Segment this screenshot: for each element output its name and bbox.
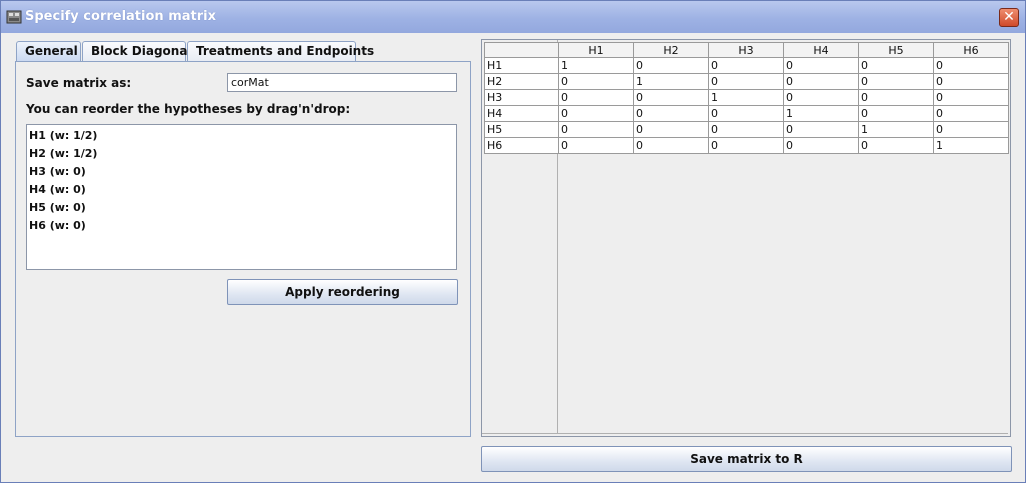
- list-item[interactable]: H5 (w: 0): [27, 199, 456, 217]
- matrix-cell[interactable]: 0: [558, 137, 634, 154]
- matrix-cell[interactable]: 0: [633, 121, 709, 138]
- matrix-cell[interactable]: 1: [858, 121, 934, 138]
- matrix-cell[interactable]: 0: [783, 73, 859, 90]
- row-header: H1: [484, 57, 559, 74]
- matrix-cell[interactable]: 0: [783, 57, 859, 74]
- matrix-cell[interactable]: 0: [633, 57, 709, 74]
- correlation-matrix-table: H1 H2 H3 H4 H5 H6 H1 1 0 0 0 0 0 H2 0 1 …: [481, 39, 1011, 437]
- matrix-cell[interactable]: 0: [633, 137, 709, 154]
- table-row: H1 1 0 0 0 0 0: [484, 57, 1009, 74]
- matrix-cell[interactable]: 0: [858, 73, 934, 90]
- matrix-cell[interactable]: 0: [633, 105, 709, 122]
- column-header[interactable]: H1: [558, 42, 634, 58]
- matrix-cell[interactable]: 0: [558, 121, 634, 138]
- window-title: Specify correlation matrix: [25, 9, 216, 24]
- matrix-cell[interactable]: 0: [633, 89, 709, 106]
- matrix-cell[interactable]: 1: [558, 57, 634, 74]
- table-row: H4 0 0 0 1 0 0: [484, 105, 1009, 122]
- matrix-cell[interactable]: 0: [933, 89, 1009, 106]
- matrix-cell[interactable]: 0: [558, 73, 634, 90]
- reorder-instructions: You can reorder the hypotheses by drag'n…: [26, 102, 351, 116]
- save-matrix-input[interactable]: corMat: [227, 73, 457, 92]
- list-item[interactable]: H1 (w: 1/2): [27, 127, 456, 145]
- matrix-cell[interactable]: 0: [933, 57, 1009, 74]
- matrix-grid: H1 H2 H3 H4 H5 H6 H1 1 0 0 0 0 0 H2 0 1 …: [484, 42, 1009, 154]
- list-item[interactable]: H2 (w: 1/2): [27, 145, 456, 163]
- list-item[interactable]: H6 (w: 0): [27, 217, 456, 235]
- matrix-cell[interactable]: 0: [933, 105, 1009, 122]
- matrix-cell[interactable]: 0: [858, 57, 934, 74]
- hypotheses-list[interactable]: H1 (w: 1/2) H2 (w: 1/2) H3 (w: 0) H4 (w:…: [26, 124, 457, 270]
- matrix-cell[interactable]: 1: [933, 137, 1009, 154]
- matrix-cell[interactable]: 1: [633, 73, 709, 90]
- title-bar[interactable]: Specify correlation matrix ✕: [1, 1, 1025, 33]
- tab-block-diagonal[interactable]: Block Diagonal: [82, 41, 192, 61]
- column-header[interactable]: H4: [783, 42, 859, 58]
- tab-treatments-endpoints[interactable]: Treatments and Endpoints: [187, 41, 374, 61]
- row-header: H2: [484, 73, 559, 90]
- close-button[interactable]: ✕: [999, 8, 1019, 27]
- matrix-cell[interactable]: 1: [708, 89, 784, 106]
- save-matrix-to-r-button[interactable]: Save matrix to R: [481, 446, 1012, 472]
- row-header: H5: [484, 121, 559, 138]
- matrix-cell[interactable]: 0: [708, 137, 784, 154]
- column-header[interactable]: H6: [933, 42, 1009, 58]
- corner-header: [484, 42, 559, 58]
- matrix-cell[interactable]: 0: [708, 73, 784, 90]
- table-row: H6 0 0 0 0 0 1: [484, 137, 1009, 154]
- dialog-window: Specify correlation matrix ✕ General Blo…: [0, 0, 1026, 483]
- column-header[interactable]: H3: [708, 42, 784, 58]
- matrix-cell[interactable]: 0: [858, 89, 934, 106]
- matrix-cell[interactable]: 0: [708, 105, 784, 122]
- table-bottom-divider: [482, 433, 1008, 434]
- save-matrix-label: Save matrix as:: [26, 76, 132, 90]
- column-header[interactable]: H2: [633, 42, 709, 58]
- matrix-cell[interactable]: 0: [933, 121, 1009, 138]
- table-row: H2 0 1 0 0 0 0: [484, 73, 1009, 90]
- row-header: H4: [484, 105, 559, 122]
- matrix-cell[interactable]: 0: [558, 89, 634, 106]
- matrix-cell[interactable]: 0: [708, 121, 784, 138]
- column-header[interactable]: H5: [858, 42, 934, 58]
- row-header: H3: [484, 89, 559, 106]
- list-item[interactable]: H4 (w: 0): [27, 181, 456, 199]
- app-icon: [6, 10, 22, 24]
- matrix-cell[interactable]: 0: [858, 105, 934, 122]
- matrix-cell[interactable]: 1: [783, 105, 859, 122]
- matrix-cell[interactable]: 0: [933, 73, 1009, 90]
- matrix-cell[interactable]: 0: [708, 57, 784, 74]
- matrix-cell[interactable]: 0: [783, 89, 859, 106]
- matrix-cell[interactable]: 0: [558, 105, 634, 122]
- matrix-cell[interactable]: 0: [783, 121, 859, 138]
- row-header: H6: [484, 137, 559, 154]
- table-row: H3 0 0 1 0 0 0: [484, 89, 1009, 106]
- matrix-cell[interactable]: 0: [783, 137, 859, 154]
- apply-reordering-button[interactable]: Apply reordering: [227, 279, 458, 305]
- list-item[interactable]: H3 (w: 0): [27, 163, 456, 181]
- matrix-cell[interactable]: 0: [858, 137, 934, 154]
- tab-general[interactable]: General: [16, 41, 81, 62]
- table-row: H5 0 0 0 0 1 0: [484, 121, 1009, 138]
